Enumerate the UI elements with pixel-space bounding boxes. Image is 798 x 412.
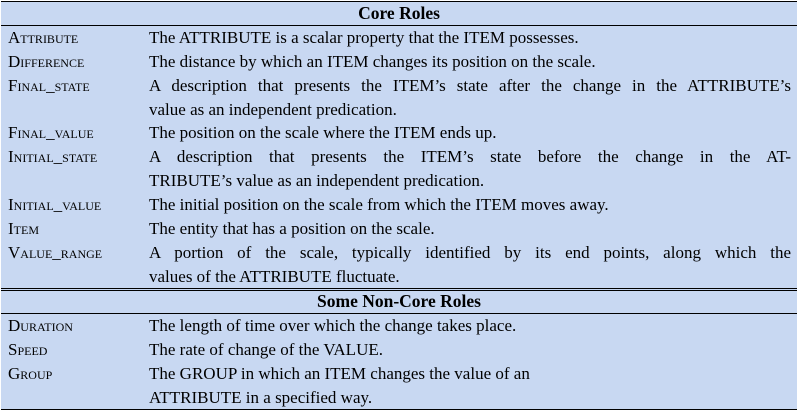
- definition-line: The distance by which an ITEM changes it…: [149, 52, 596, 71]
- role-definition: The GROUP in which an ITEM changes the v…: [149, 362, 791, 410]
- section-title-core-roles: Core Roles: [358, 3, 440, 23]
- section-rule: [1, 288, 797, 289]
- definition-line: The entity that has a position on the sc…: [149, 219, 435, 238]
- role-definition: A description that presents the ITEM’s s…: [149, 145, 791, 193]
- definition-line: The position on the scale where the ITEM…: [149, 123, 497, 142]
- definition-line: A description that presents the ITEM’s s…: [149, 147, 791, 166]
- definition-line: The GROUP in which an ITEM changes the v…: [149, 364, 530, 383]
- role-term: Duration: [8, 316, 73, 335]
- role-term: Speed: [8, 340, 48, 359]
- role-definition: The position on the scale where the ITEM…: [149, 121, 791, 145]
- definition-line: ATTRIBUTE in a specified way.: [149, 388, 373, 407]
- definition-line: The ATTRIBUTE is a scalar property that …: [149, 28, 579, 47]
- role-definition: The initial position on the scale from w…: [149, 193, 791, 217]
- definition-line: The initial position on the scale from w…: [149, 195, 609, 214]
- definition-line: The length of time over which the change…: [149, 316, 517, 335]
- role-definition: The rate of change of the VALUE.: [149, 338, 791, 362]
- definition-line: TRIBUTE’s value as an independent predic…: [149, 171, 485, 190]
- role-term: Item: [8, 219, 39, 238]
- definition-line: values of the ATTRIBUTE fluctuate.: [149, 267, 400, 286]
- role-term: Difference: [8, 52, 85, 71]
- definition-line: The rate of change of the VALUE.: [149, 340, 383, 359]
- definition-line: value as an independent predication.: [149, 100, 397, 119]
- role-definition: The distance by which an ITEM changes it…: [149, 50, 791, 74]
- role-term: Final_state: [8, 76, 90, 95]
- role-definition: The length of time over which the change…: [149, 314, 791, 338]
- role-term: Group: [8, 364, 53, 383]
- bottom-rule: [1, 409, 797, 410]
- section-title-non-core-roles: Some Non-Core Roles: [317, 291, 481, 311]
- roles-table: Core Roles Attribute The ATTRIBUTE is a …: [1, 1, 797, 410]
- role-term: Initial_state: [8, 147, 98, 166]
- role-term: Initial_value: [8, 195, 102, 214]
- role-term: Value_range: [8, 243, 103, 262]
- role-term: Attribute: [8, 28, 79, 47]
- definition-line: A portion of the scale, typically identi…: [149, 243, 791, 262]
- role-definition: The entity that has a position on the sc…: [149, 217, 791, 241]
- role-definition: A description that presents the ITEM’s s…: [149, 74, 791, 122]
- role-definition: A portion of the scale, typically identi…: [149, 241, 791, 289]
- definition-line: A description that presents the ITEM’s s…: [149, 76, 791, 95]
- role-definition: The ATTRIBUTE is a scalar property that …: [149, 26, 791, 50]
- top-rule: [1, 1, 797, 2]
- role-term: Final_value: [8, 123, 94, 142]
